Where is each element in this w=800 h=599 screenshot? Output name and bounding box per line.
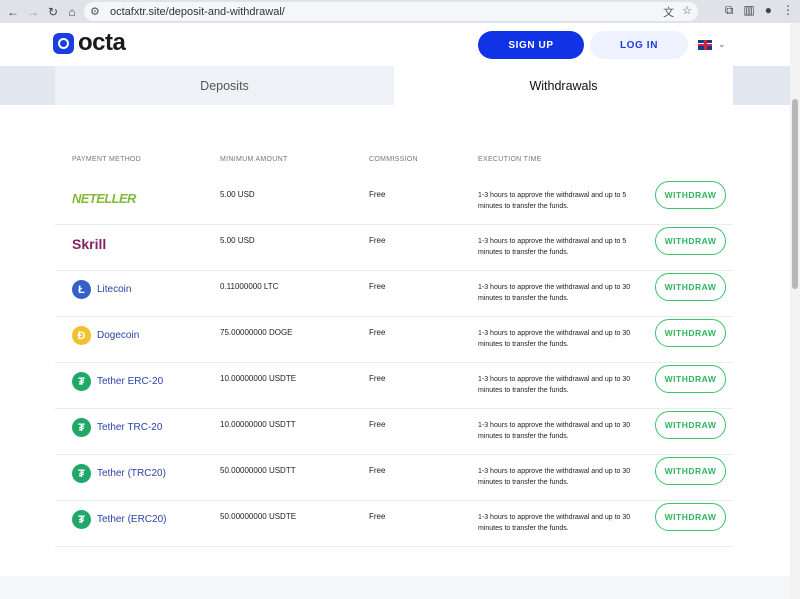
tab-deposits[interactable]: Deposits [55, 66, 394, 105]
forward-icon[interactable]: → [24, 3, 42, 21]
withdraw-button[interactable]: WITHDRAW [655, 181, 726, 209]
table-row: Ł Litecoin 0.11000000 LTC Free 1-3 hours… [55, 271, 733, 317]
logo-text: octa [78, 29, 126, 56]
commission: Free [369, 190, 386, 199]
header-commission: COMMISSION [369, 156, 418, 163]
commission: Free [369, 420, 386, 429]
commission: Free [369, 374, 386, 383]
back-icon[interactable]: ← [4, 3, 22, 21]
site-header: octa SIGN UP LOG IN ⌄ [0, 23, 790, 66]
execution-time: 1-3 hours to approve the withdrawal and … [478, 330, 631, 348]
withdraw-button[interactable]: WITHDRAW [655, 319, 726, 347]
execution-time: 1-3 hours to approve the withdrawal and … [478, 376, 631, 394]
address-bar[interactable]: ⚙ octafxtr.site/deposit-and-withdrawal/ … [84, 2, 698, 21]
header-payment-method: PAYMENT METHOD [72, 156, 142, 163]
table-row: ₮ Tether (ERC20) 50.00000000 USDTE Free … [55, 501, 733, 547]
site-info-icon[interactable]: ⚙ [90, 5, 104, 18]
home-icon[interactable]: ⌂ [63, 3, 81, 21]
execution-time: 1-3 hours to approve the withdrawal and … [478, 468, 631, 486]
profile-icon[interactable]: ● [765, 3, 772, 18]
header-execution-time: EXECUTION TIME [478, 156, 542, 163]
minimum-amount: 10.00000000 USDTT [220, 420, 296, 429]
withdraw-button[interactable]: WITHDRAW [655, 365, 726, 393]
payment-method-name: Dogecoin [97, 330, 140, 341]
minimum-amount: 5.00 USD [220, 190, 255, 199]
commission: Free [369, 466, 386, 475]
minimum-amount: 10.00000000 USDTE [220, 374, 297, 383]
extensions-icon[interactable]: ⧉ [725, 3, 734, 18]
skrill-logo: Skrill [72, 236, 107, 252]
browser-toolbar: ← → ↻ ⌂ ⚙ octafxtr.site/deposit-and-with… [0, 0, 800, 23]
minimum-amount: 75.00000000 DOGE [220, 328, 293, 337]
header-minimum-amount: MINIMUM AMOUNT [220, 156, 288, 163]
minimum-amount: 5.00 USD [220, 236, 255, 245]
payment-method-name: Litecoin [97, 284, 132, 295]
menu-icon[interactable]: ⋮ [782, 3, 794, 18]
table-row: ₮ Tether ERC-20 10.00000000 USDTE Free 1… [55, 363, 733, 409]
neteller-logo: NETELLER [72, 191, 136, 206]
withdraw-button[interactable]: WITHDRAW [655, 411, 726, 439]
reload-icon[interactable]: ↻ [44, 3, 62, 21]
commission: Free [369, 328, 386, 337]
url-text: octafxtr.site/deposit-and-withdrawal/ [110, 5, 285, 18]
minimum-amount: 50.00000000 USDTT [220, 466, 296, 475]
table-row: Đ Dogecoin 75.00000000 DOGE Free 1-3 hou… [55, 317, 733, 363]
execution-time: 1-3 hours to approve the withdrawal and … [478, 422, 631, 440]
tether-icon: ₮ [72, 372, 91, 391]
octa-logo-icon [53, 32, 74, 54]
translate-icon[interactable]: 文 [663, 4, 674, 20]
execution-time: 1-3 hours to approve the withdrawal and … [478, 238, 627, 256]
execution-time: 1-3 hours to approve the withdrawal and … [478, 192, 627, 210]
tether-icon: ₮ [72, 510, 91, 529]
footer-divider [0, 576, 790, 599]
payment-method-name: Tether ERC-20 [97, 376, 164, 387]
tab-withdrawals[interactable]: Withdrawals [394, 66, 733, 105]
tabs-bar: Deposits Withdrawals [0, 66, 790, 105]
litecoin-icon: Ł [72, 280, 91, 299]
tether-icon: ₮ [72, 464, 91, 483]
dogecoin-icon: Đ [72, 326, 91, 345]
chevron-down-icon: ⌄ [718, 39, 726, 49]
withdraw-button[interactable]: WITHDRAW [655, 457, 726, 485]
table-row: ₮ Tether TRC-20 10.00000000 USDTT Free 1… [55, 409, 733, 455]
uk-flag-icon [698, 39, 712, 50]
signup-button[interactable]: SIGN UP [478, 31, 584, 59]
table-row: Skrill 5.00 USD Free 1-3 hours to approv… [55, 225, 733, 271]
side-panel-icon[interactable]: ▥ [743, 3, 754, 18]
table-row: ₮ Tether (TRC20) 50.00000000 USDTT Free … [55, 455, 733, 501]
commission: Free [369, 282, 386, 291]
execution-time: 1-3 hours to approve the withdrawal and … [478, 514, 631, 532]
login-button[interactable]: LOG IN [590, 31, 688, 59]
minimum-amount: 50.00000000 USDTE [220, 512, 297, 521]
execution-time: 1-3 hours to approve the withdrawal and … [478, 284, 631, 302]
withdraw-button[interactable]: WITHDRAW [655, 273, 726, 301]
commission: Free [369, 236, 386, 245]
tether-icon: ₮ [72, 418, 91, 437]
table-header: PAYMENT METHOD MINIMUM AMOUNT COMMISSION… [0, 156, 790, 168]
language-selector[interactable]: ⌄ [698, 39, 726, 50]
bookmark-star-icon[interactable]: ☆ [682, 4, 692, 20]
withdraw-button[interactable]: WITHDRAW [655, 227, 726, 255]
scrollbar-thumb[interactable] [792, 99, 798, 289]
logo[interactable]: octa [53, 29, 126, 56]
commission: Free [369, 512, 386, 521]
payment-method-name: Tether (ERC20) [97, 514, 167, 525]
payment-method-name: Tether TRC-20 [97, 422, 163, 433]
table-row: NETELLER 5.00 USD Free 1-3 hours to appr… [55, 179, 733, 225]
withdraw-button[interactable]: WITHDRAW [655, 503, 726, 531]
payment-method-name: Tether (TRC20) [97, 468, 166, 479]
minimum-amount: 0.11000000 LTC [220, 282, 279, 291]
